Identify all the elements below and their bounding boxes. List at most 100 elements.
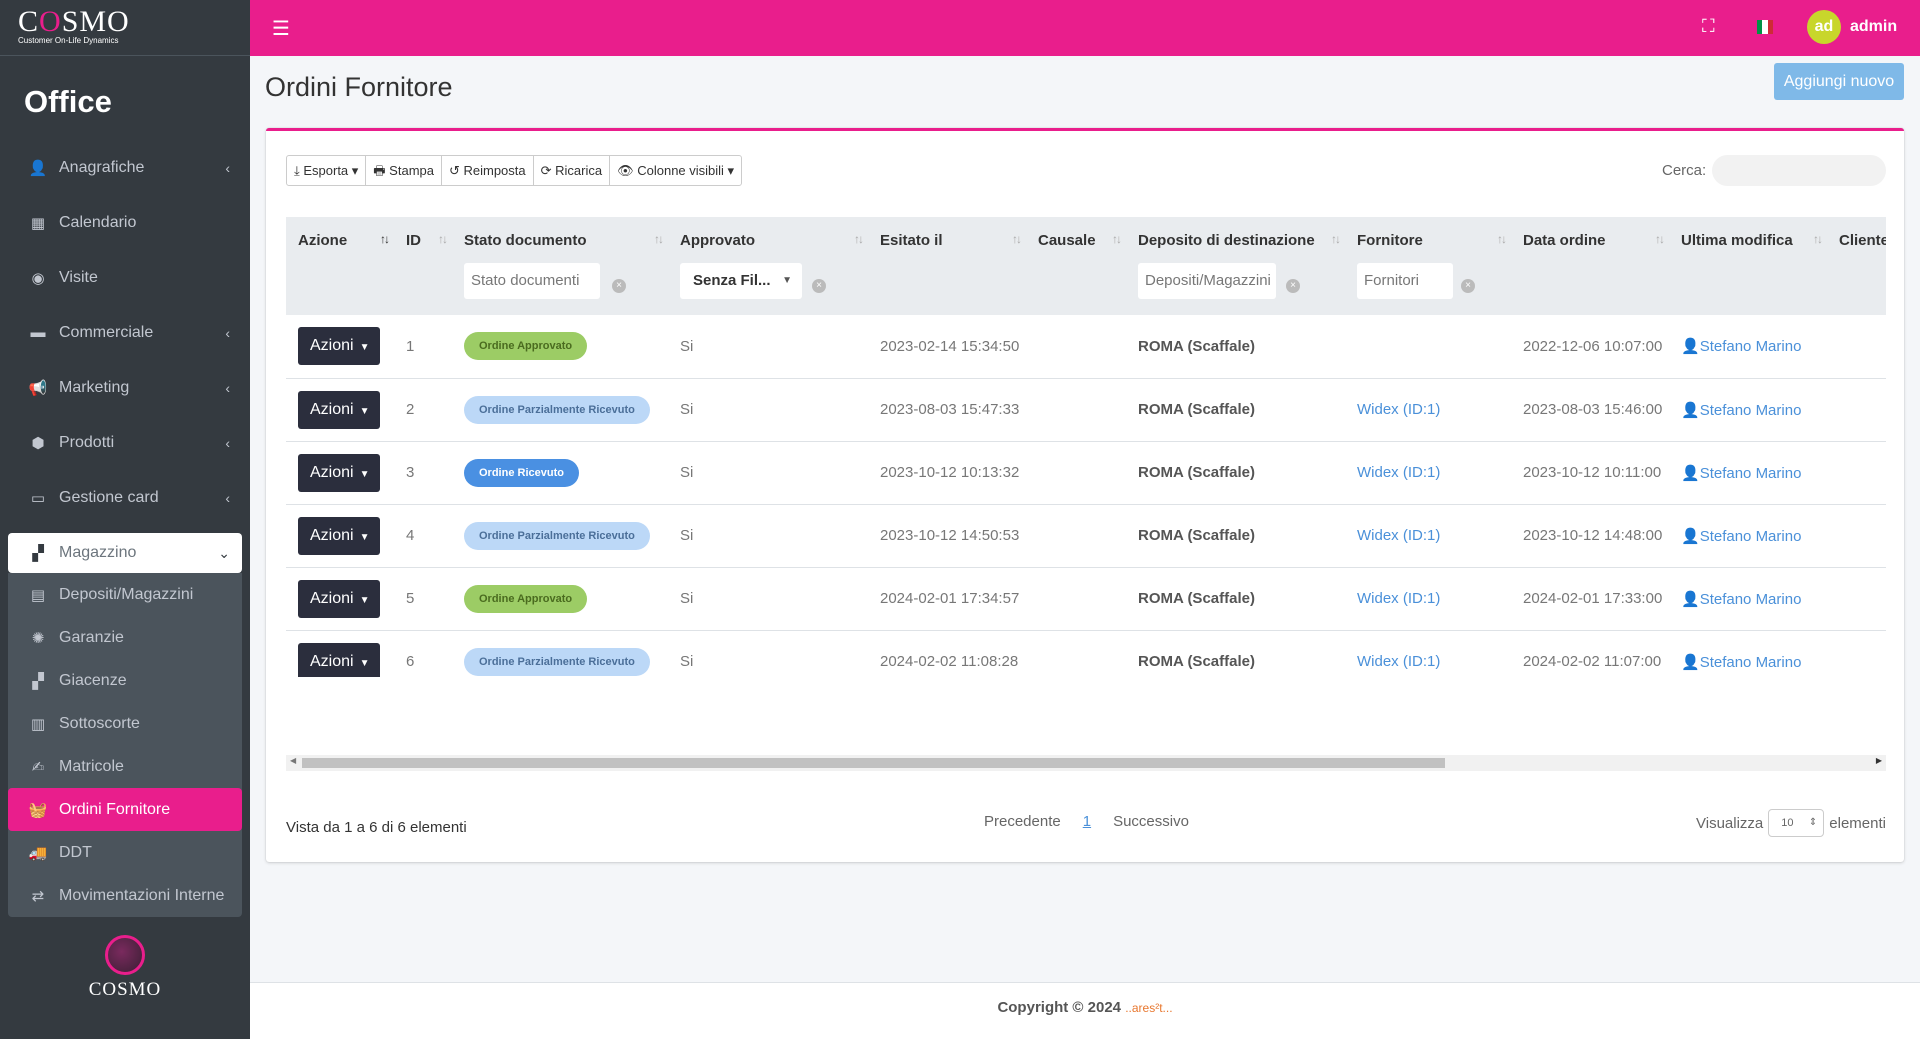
sidebar-item-sottoscorte[interactable]: ▥ Sottoscorte (8, 702, 242, 745)
esitato-cell: 2024-02-02 11:08:28 (868, 630, 1026, 677)
column-header[interactable]: Causale ↑↓ (1026, 217, 1126, 263)
sidebar-item-movimentazioni-interne[interactable]: ⇄ Movimentazioni Interne (8, 874, 242, 917)
add-new-button[interactable]: Aggiungi nuovo (1774, 63, 1904, 100)
signature-icon: ✍ (31, 758, 45, 776)
sidebar-item-anagrafiche[interactable]: 👤 Anagrafiche ‹ (8, 140, 242, 195)
sidebar-item-commerciale[interactable]: ▬ Commerciale ‹ (8, 305, 242, 360)
sidebar-item-garanzie[interactable]: ✺ Garanzie (8, 616, 242, 659)
user-link[interactable]: 👤Stefano Marino (1681, 338, 1801, 355)
prev-page-button[interactable]: Precedente (984, 813, 1061, 830)
user-link[interactable]: 👤Stefano Marino (1681, 528, 1801, 545)
fornitore-link[interactable]: Widex (ID:1) (1357, 527, 1440, 544)
scroll-right-icon[interactable]: ▶ (1876, 756, 1882, 765)
search-input[interactable] (1712, 155, 1886, 186)
reload-button[interactable]: ⟳ Ricarica (534, 156, 611, 185)
row-actions-button[interactable]: Azioni ▼ (298, 579, 380, 618)
italian-flag-icon[interactable] (1757, 20, 1773, 34)
sort-icon[interactable]: ↑↓ (1813, 232, 1823, 246)
user-icon: 👤 (1681, 464, 1700, 482)
fornitore-link[interactable]: Widex (ID:1) (1357, 590, 1440, 607)
fornitore-link[interactable]: Widex (ID:1) (1357, 653, 1440, 670)
clear-filter-icon[interactable]: × (612, 279, 626, 293)
sidebar-item-calendario[interactable]: ▦ Calendario (8, 195, 242, 250)
filter-cell-empty (868, 263, 1026, 315)
caret-down-icon: ▼ (359, 468, 370, 480)
clear-filter-icon[interactable]: × (812, 279, 826, 293)
sidebar-item-visite[interactable]: ◉ Visite (8, 250, 242, 305)
cliente-cell (1827, 378, 1886, 442)
fornitore-link[interactable]: Widex (ID:1) (1357, 464, 1440, 481)
column-header[interactable]: Fornitore ↑↓ (1345, 217, 1511, 263)
row-actions-button[interactable]: Azioni ▼ (298, 390, 380, 429)
sort-icon[interactable]: ↑↓ (854, 232, 864, 246)
sidebar-item-label: Commerciale (59, 323, 154, 341)
sort-icon[interactable]: ↑↓ (1497, 232, 1507, 246)
column-header[interactable]: Deposito di destinazione ↑↓ (1126, 217, 1345, 263)
sort-icon[interactable]: ↑↓ (1112, 232, 1122, 246)
sidebar-item-label: Ordini Fornitore (59, 800, 171, 818)
brand[interactable]: COSMO Customer On-Life Dynamics (0, 0, 250, 56)
user-link[interactable]: 👤Stefano Marino (1681, 465, 1801, 482)
esitato-cell: 2023-02-14 15:34:50 (868, 315, 1026, 379)
company-logo[interactable]: ..ares²t... (1125, 1001, 1172, 1015)
sidebar-item-matricole[interactable]: ✍ Matricole (8, 745, 242, 788)
sort-icon[interactable]: ↑↓ (380, 232, 390, 246)
next-page-button[interactable]: Successivo (1113, 813, 1189, 830)
sidebar-item-marketing[interactable]: 📢 Marketing ‹ (8, 360, 242, 415)
menu-toggle-icon[interactable]: ☰ (272, 16, 290, 41)
column-header[interactable]: Azione ↑↓ (286, 217, 394, 263)
column-header[interactable]: Approvato ↑↓ (668, 217, 868, 263)
sort-icon[interactable]: ↑↓ (1331, 232, 1341, 246)
sort-icon[interactable]: ↑↓ (1655, 232, 1665, 246)
sidebar-item-ddt[interactable]: 🚚 DDT (8, 831, 242, 874)
user-link[interactable]: 👤Stefano Marino (1681, 402, 1801, 419)
deposito-cell: ROMA (Scaffale) (1126, 630, 1345, 677)
sidebar-item-magazzino[interactable]: ▞ Magazzino ⌄ (8, 533, 242, 573)
column-header-label: Cliente fin (1839, 231, 1886, 249)
page-length-select[interactable]: 10 ⇕ (1768, 809, 1825, 837)
approvato-cell: Si (668, 567, 868, 631)
sort-icon[interactable]: ↑↓ (654, 232, 664, 246)
sidebar-item-ordini-fornitore[interactable]: 🧺 Ordini Fornitore (8, 788, 242, 831)
stato-filter-input[interactable]: Stato documenti (464, 263, 600, 299)
scroll-left-icon[interactable]: ◀ (290, 756, 296, 765)
row-actions-button[interactable]: Azioni ▼ (298, 642, 380, 677)
column-header[interactable]: Esitato il ↑↓ (868, 217, 1026, 263)
user-link[interactable]: 👤Stefano Marino (1681, 654, 1801, 671)
sidebar-item-prodotti[interactable]: ⬢ Prodotti ‹ (8, 415, 242, 470)
approvato-filter-select[interactable]: Senza Fil... ▼ (680, 263, 802, 299)
sidebar-item-depositi-magazzini[interactable]: ▤ Depositi/Magazzini (8, 573, 242, 616)
cliente-cell (1827, 567, 1886, 631)
column-header[interactable]: Ultima modifica ↑↓ (1669, 217, 1827, 263)
export-button[interactable]: ⤓ Esporta ▾ (287, 156, 367, 185)
print-button[interactable]: 🖶 Stampa (366, 156, 442, 185)
sort-icon[interactable]: ↑↓ (1012, 232, 1022, 246)
clear-filter-icon[interactable]: × (1286, 279, 1300, 293)
fornitore-link[interactable]: Widex (ID:1) (1357, 401, 1440, 418)
column-header-label: Deposito di destinazione (1138, 231, 1315, 249)
row-actions-button[interactable]: Azioni ▼ (298, 516, 380, 555)
avatar[interactable]: ad (1807, 10, 1841, 44)
clear-filter-icon[interactable]: × (1461, 279, 1475, 293)
row-actions-button[interactable]: Azioni ▼ (298, 327, 380, 366)
search-label: Cerca: (1662, 162, 1707, 179)
filter-cell-stato: Stato documenti × (452, 263, 668, 315)
fornitore-filter-input[interactable]: Fornitori (1357, 263, 1453, 299)
column-header[interactable]: Cliente fin (1827, 217, 1886, 263)
scrollbar-thumb[interactable] (302, 758, 1445, 768)
column-header[interactable]: Data ordine ↑↓ (1511, 217, 1669, 263)
column-header[interactable]: Stato documento ↑↓ (452, 217, 668, 263)
sort-icon[interactable]: ↑↓ (438, 232, 448, 246)
user-name[interactable]: admin (1850, 18, 1897, 36)
fullscreen-icon[interactable]: ⛶ (1702, 16, 1715, 37)
reset-button[interactable]: ↺ Reimposta (442, 156, 534, 185)
horizontal-scrollbar[interactable]: ◀ ▶ (286, 755, 1886, 771)
deposito-filter-input[interactable]: Depositi/Magazzini (1138, 263, 1276, 299)
page-1-button[interactable]: 1 (1083, 813, 1091, 830)
sidebar-item-gestione-card[interactable]: ▭ Gestione card ‹ (8, 470, 242, 525)
sidebar-item-giacenze[interactable]: ▞ Giacenze (8, 659, 242, 702)
visible-columns-button[interactable]: 👁 Colonne visibili ▾ (610, 156, 741, 185)
column-header[interactable]: ID ↑↓ (394, 217, 452, 263)
user-link[interactable]: 👤Stefano Marino (1681, 591, 1801, 608)
row-actions-button[interactable]: Azioni ▼ (298, 453, 380, 492)
